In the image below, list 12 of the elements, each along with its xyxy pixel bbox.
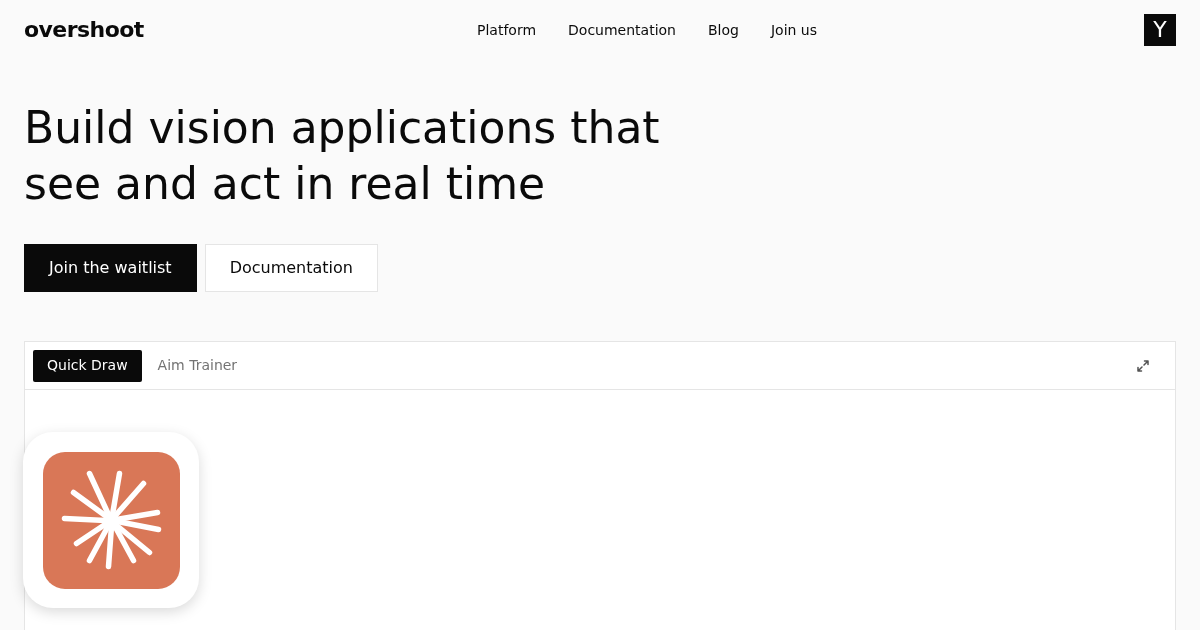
- logo-badge[interactable]: Y: [1144, 14, 1176, 46]
- tab[interactable]: Aim Trainer: [143, 349, 252, 382]
- hero-heading: Build vision applications that see and act in real time: [24, 101, 661, 211]
- nav-link[interactable]: Documentation: [552, 20, 692, 40]
- expand-icon[interactable]: [1137, 359, 1149, 372]
- tab[interactable]: Quick Draw: [33, 349, 142, 382]
- logo[interactable]: overshoot: [24, 19, 144, 41]
- documentation-button[interactable]: Documentation: [204, 244, 378, 292]
- nav-link[interactable]: Join us: [754, 20, 833, 40]
- nav-link[interactable]: Platform: [461, 20, 553, 40]
- waitlist-button[interactable]: Join the waitlist: [24, 244, 197, 292]
- nav-link[interactable]: Blog: [692, 20, 755, 40]
